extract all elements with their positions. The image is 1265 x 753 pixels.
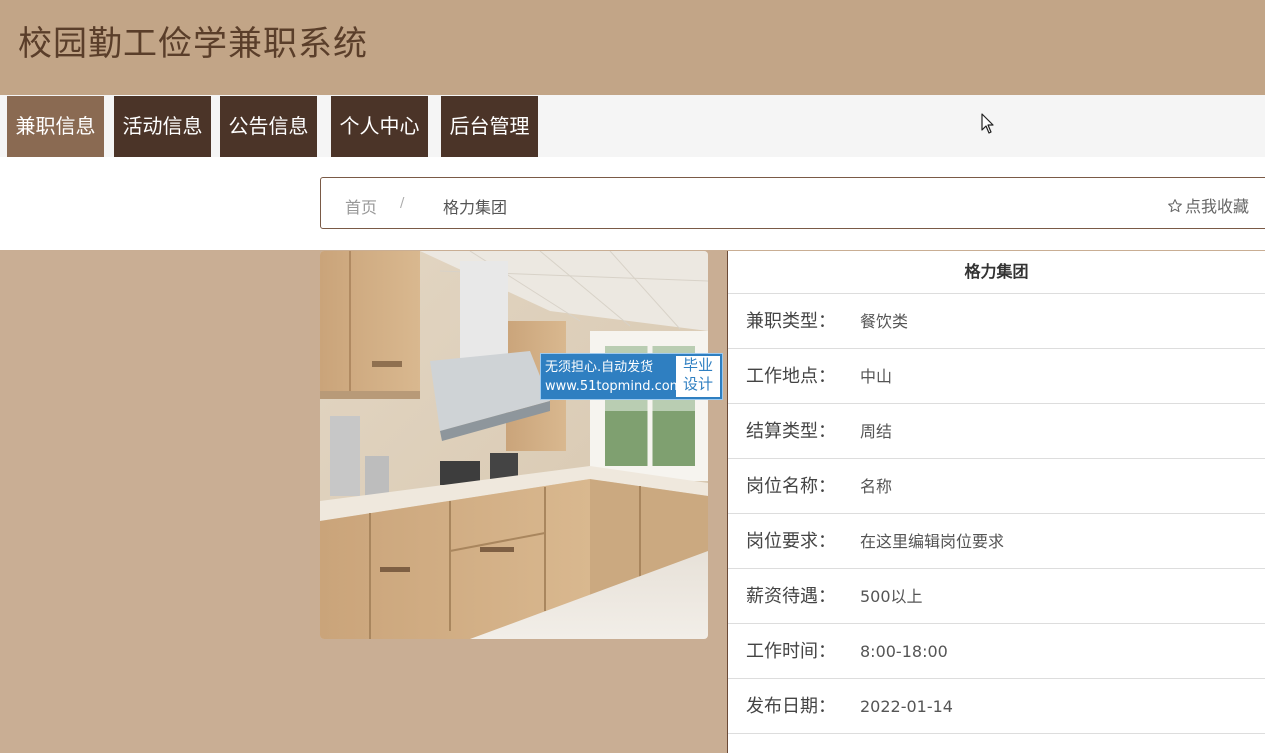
- detail-row: 岗位要求： 在这里编辑岗位要求: [728, 514, 1265, 569]
- main-nav: 兼职信息 活动信息 公告信息 个人中心 后台管理: [0, 95, 1265, 157]
- watermark-banner: 无须担心.自动发货 www.51topmind.com 毕业 设计: [540, 353, 723, 400]
- detail-value: 500以上: [860, 587, 923, 606]
- detail-label: 发布日期：: [746, 696, 836, 717]
- nav-item-activities[interactable]: 活动信息: [114, 96, 211, 157]
- nav-item-notices[interactable]: 公告信息: [220, 96, 317, 157]
- detail-value: 名称: [860, 477, 893, 496]
- watermark-line2: www.51topmind.com: [545, 379, 683, 394]
- detail-title: 格力集团: [728, 251, 1265, 294]
- nav-item-jobs[interactable]: 兼职信息: [7, 96, 104, 157]
- detail-value: 8:00-18:00: [860, 642, 948, 661]
- favorite-label: 点我收藏: [1185, 197, 1250, 216]
- watermark-line1: 无须担心.自动发货: [545, 360, 654, 375]
- detail-label: 工作地点：: [746, 366, 836, 387]
- watermark-badge: 毕业 设计: [676, 356, 720, 397]
- watermark-badge-line1: 毕业: [682, 356, 713, 374]
- breadcrumb-home-link[interactable]: 首页: [345, 194, 377, 218]
- detail-value: 餐饮类: [860, 312, 909, 331]
- mouse-cursor-icon: [981, 113, 994, 134]
- nav-item-personal-center[interactable]: 个人中心: [331, 96, 428, 157]
- breadcrumb-separator: /: [400, 196, 405, 211]
- detail-value: 2022-01-14: [860, 697, 953, 716]
- detail-label: 工作时间：: [746, 641, 836, 662]
- detail-label: 结算类型：: [746, 421, 836, 442]
- detail-label: 岗位要求：: [746, 531, 836, 552]
- detail-row: 兼职类型： 餐饮类: [728, 294, 1265, 349]
- detail-value: 周结: [860, 422, 893, 441]
- detail-label: 岗位名称：: [746, 476, 836, 497]
- detail-row: 岗位名称： 名称: [728, 459, 1265, 514]
- breadcrumb-band: 首页 / 格力集团 点我收藏: [0, 157, 1265, 250]
- detail-value: 中山: [860, 367, 893, 386]
- detail-row: 结算类型： 周结: [728, 404, 1265, 459]
- watermark-badge-line2: 设计: [682, 375, 713, 393]
- site-header: 校园勤工俭学兼职系统: [0, 0, 1265, 95]
- favorite-button[interactable]: 点我收藏: [1167, 193, 1249, 217]
- detail-row: 工作地点： 中山: [728, 349, 1265, 404]
- star-icon: [1168, 199, 1182, 213]
- kitchen-photo: [320, 251, 708, 639]
- detail-row: 薪资待遇： 500以上: [728, 569, 1265, 624]
- job-image: [320, 251, 708, 639]
- job-detail-table: 格力集团 兼职类型： 餐饮类 工作地点： 中山 结算类型： 周结 岗位名称： 名…: [727, 251, 1265, 753]
- detail-value: 在这里编辑岗位要求: [860, 532, 1005, 551]
- site-title: 校园勤工俭学兼职系统: [18, 24, 368, 64]
- detail-label: 兼职类型：: [746, 311, 836, 332]
- detail-label: 薪资待遇：: [746, 586, 836, 607]
- watermark-text: 无须担心.自动发货 www.51topmind.com: [545, 358, 682, 396]
- breadcrumb: 首页 / 格力集团 点我收藏: [320, 177, 1265, 229]
- breadcrumb-current: 格力集团: [443, 198, 508, 217]
- nav-item-admin[interactable]: 后台管理: [441, 96, 538, 157]
- detail-row: 工作时间： 8:00-18:00: [728, 624, 1265, 679]
- detail-row: 发布日期： 2022-01-14: [728, 679, 1265, 734]
